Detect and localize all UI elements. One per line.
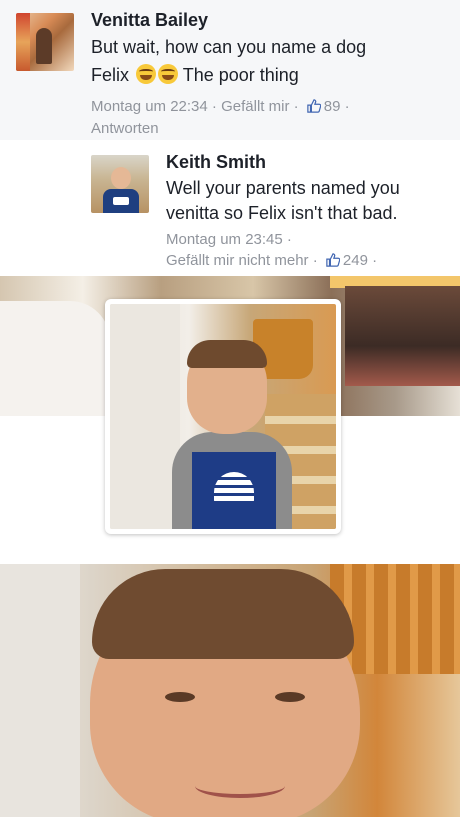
enlarged-photo bbox=[0, 564, 460, 817]
thumbs-up-icon[interactable] bbox=[307, 99, 321, 113]
comment-text-fragment: Felix bbox=[91, 65, 130, 85]
avatar[interactable] bbox=[91, 155, 149, 213]
separator: · bbox=[344, 98, 350, 115]
like-link[interactable]: Gefällt mir bbox=[221, 98, 289, 115]
comment-meta: Montag um 23:45 · bbox=[166, 229, 292, 251]
separator: · bbox=[211, 98, 217, 115]
comment-actions: Gefällt mir nicht mehr · 249 · bbox=[166, 250, 377, 272]
separator: · bbox=[312, 252, 318, 269]
thumbs-up-icon[interactable] bbox=[326, 253, 340, 267]
comment-author[interactable]: Venitta Bailey bbox=[91, 10, 208, 31]
reply-link[interactable]: Antworten bbox=[91, 118, 159, 140]
comment-text-line-1: But wait, how can you name a dog bbox=[91, 37, 367, 57]
comment-text-line-1: Well your parents named you bbox=[166, 178, 400, 198]
like-count: 249 bbox=[342, 252, 368, 269]
comment-text-line-2: venitta so Felix isn't that bad. bbox=[166, 203, 398, 223]
profile-photo-card[interactable] bbox=[105, 299, 341, 534]
comment-text-line-2: Felix The poor thing bbox=[91, 63, 299, 88]
comment-text-fragment: The poor thing bbox=[182, 65, 299, 85]
profile-photo bbox=[110, 304, 336, 529]
tears-of-joy-emoji-icon bbox=[158, 64, 179, 84]
avatar[interactable] bbox=[16, 13, 74, 71]
like-count: 89 bbox=[323, 98, 341, 115]
comment-venitta: Venitta Bailey But wait, how can you nam… bbox=[0, 0, 460, 140]
comment-author[interactable]: Keith Smith bbox=[166, 152, 266, 173]
comment-meta: Montag um 22:34 · Gefällt mir · 89 · bbox=[91, 96, 350, 118]
separator: · bbox=[372, 252, 378, 269]
comment-timestamp[interactable]: Montag um 22:34 bbox=[91, 98, 208, 115]
separator: · bbox=[286, 231, 292, 248]
tears-of-joy-emoji-icon bbox=[136, 64, 157, 84]
comment-timestamp[interactable]: Montag um 23:45 bbox=[166, 231, 283, 248]
unlike-link[interactable]: Gefällt mir nicht mehr bbox=[166, 252, 309, 269]
separator: · bbox=[293, 98, 299, 115]
